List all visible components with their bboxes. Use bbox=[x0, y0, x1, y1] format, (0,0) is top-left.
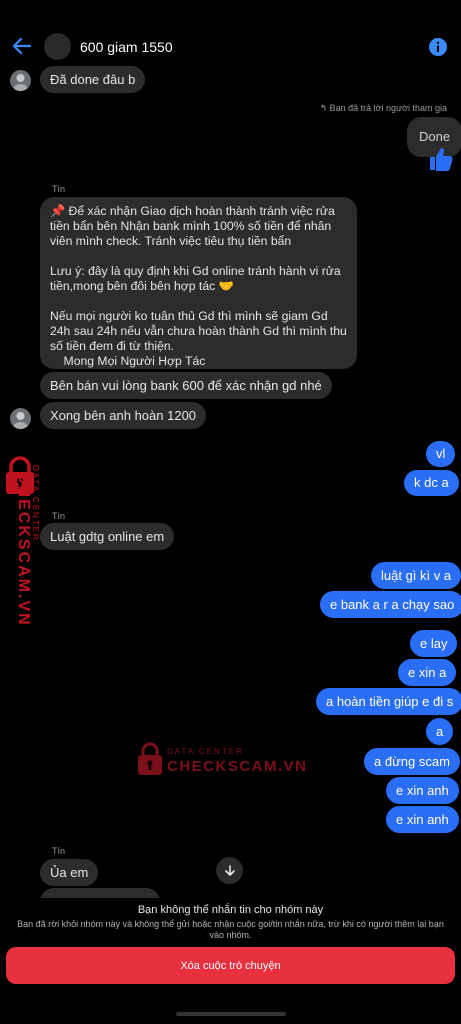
message-paragraph: Nếu mọi người ko tuân thủ Gd thì mình sẽ… bbox=[50, 309, 347, 353]
watermark-center-caption: DATA CENTER bbox=[167, 747, 244, 756]
lock-icon bbox=[138, 742, 162, 775]
sender-name: Tín bbox=[52, 184, 66, 194]
message-bubble-sent[interactable]: luật gì kì v a bbox=[371, 562, 461, 589]
message-paragraph: Mong Mọi Người Hợp Tác bbox=[50, 354, 206, 368]
participant-avatar[interactable] bbox=[10, 408, 31, 429]
message-bubble-sent[interactable]: e lay bbox=[410, 630, 458, 657]
message-bubble-sent[interactable]: a hoàn tiền giúp e đi s bbox=[316, 688, 461, 715]
delete-conversation-button[interactable]: Xóa cuộc trò chuyện bbox=[6, 947, 455, 984]
notice-title: Bạn không thể nhắn tin cho nhóm này bbox=[137, 904, 324, 916]
scroll-down-button[interactable] bbox=[216, 857, 243, 884]
message-bubble[interactable]: Luật gdtg online em bbox=[40, 523, 175, 550]
message-bubble[interactable]: Ủa em bbox=[40, 859, 99, 886]
watermark-center-text: CHECKSCAM.VN bbox=[167, 758, 308, 775]
message-bubble-sent[interactable]: k dc a bbox=[404, 470, 459, 496]
sender-name: Tín bbox=[52, 846, 66, 856]
watermark-side-text: CHECKSCAM.VN bbox=[15, 472, 32, 627]
reply-note-text: Bạn đã trả lời người tham gia bbox=[329, 103, 447, 113]
checkscam-watermark-center: DATA CENTER CHECKSCAM.VN bbox=[137, 742, 306, 778]
group-avatar[interactable] bbox=[44, 33, 71, 60]
message-bubble-long[interactable]: 📌 Để xác nhận Giao dịch hoàn thành tránh… bbox=[40, 197, 357, 369]
participant-avatar[interactable] bbox=[10, 70, 31, 91]
chat-header: 600 giam 1550 bbox=[0, 0, 461, 62]
message-bubble[interactable]: Đã done đâu b bbox=[40, 66, 146, 93]
message-bubble-sent[interactable]: a đừng scam bbox=[364, 748, 460, 775]
notice-body: Bạn đã rời khỏi nhóm này và không thể gử… bbox=[17, 919, 444, 940]
message-bubble-sent[interactable]: e xin anh bbox=[386, 777, 459, 804]
message-bubble-sent[interactable]: vl bbox=[426, 441, 456, 467]
sender-name: Tín bbox=[52, 511, 66, 521]
message-paragraph: 📌 Để xác nhận Giao dịch hoàn thành tránh… bbox=[50, 204, 335, 248]
message-bubble[interactable]: Bên bán vui lòng bank 600 để xác nhận gd… bbox=[40, 372, 332, 399]
reply-note: ↰ Bạn đã trả lời người tham gia bbox=[320, 103, 447, 114]
message-paragraph: Lưu ý: đây là quy định khi Gd online trá… bbox=[50, 264, 341, 293]
home-indicator bbox=[176, 1012, 286, 1016]
thumbs-up-icon bbox=[430, 148, 453, 171]
back-arrow-icon[interactable] bbox=[10, 34, 34, 58]
arrow-down-icon bbox=[224, 864, 235, 876]
message-bubble-sent[interactable]: e bank a r a chạy sao bbox=[320, 591, 461, 618]
reply-icon: ↰ bbox=[319, 103, 330, 113]
chat-title[interactable]: 600 giam 1550 bbox=[80, 39, 173, 55]
info-icon[interactable] bbox=[428, 37, 448, 57]
message-bubble-sent[interactable]: a bbox=[426, 718, 454, 745]
message-bubble[interactable]: Xong bên anh hoàn 1200 bbox=[40, 402, 207, 429]
message-bubble-sent[interactable]: e xin a bbox=[398, 659, 457, 686]
message-bubble-sent[interactable]: e xin anh bbox=[386, 806, 459, 833]
